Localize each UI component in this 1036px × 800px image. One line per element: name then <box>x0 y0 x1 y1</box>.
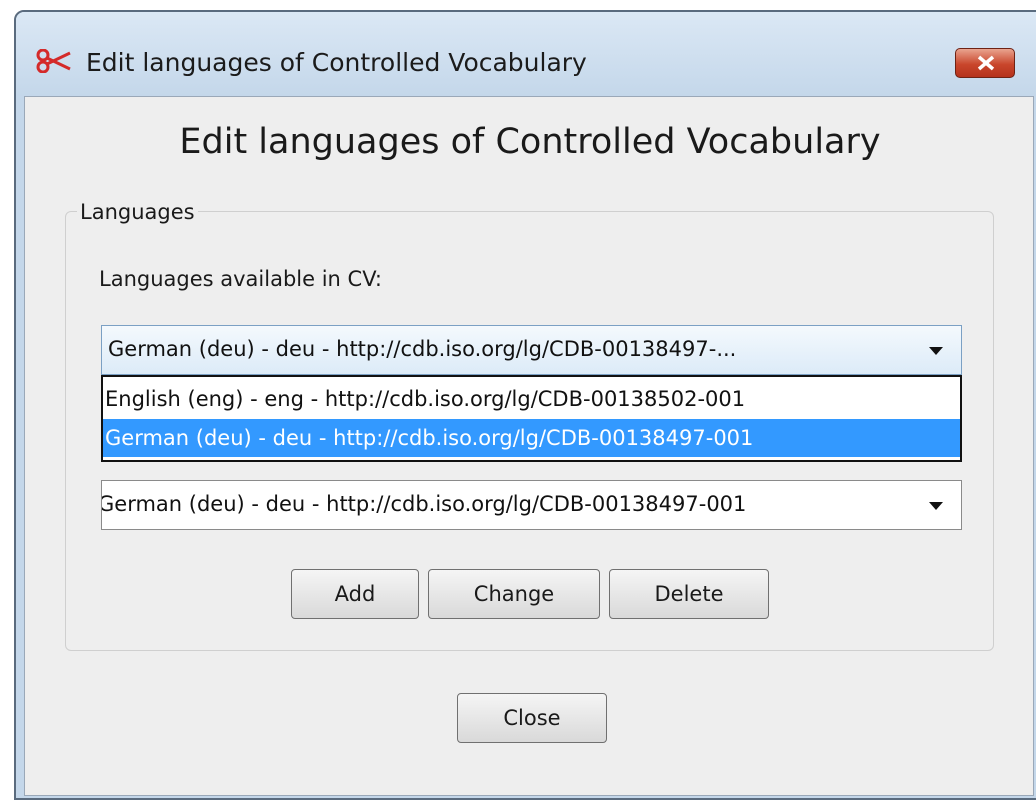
language-combo[interactable]: German (deu) - deu - http://cdb.iso.org/… <box>101 480 962 530</box>
cv-language-combo-value: German (deu) - deu - http://cdb.iso.org/… <box>108 337 737 361</box>
cv-language-dropdown-list: English (eng) - eng - http://cdb.iso.org… <box>101 375 962 462</box>
dropdown-option-german[interactable]: German (deu) - deu - http://cdb.iso.org/… <box>103 419 960 457</box>
scissors-app-icon <box>36 49 71 73</box>
title-bar[interactable]: Edit languages of Controlled Vocabulary <box>16 12 1036 96</box>
change-button[interactable]: Change <box>428 569 600 619</box>
cv-language-combo[interactable]: German (deu) - deu - http://cdb.iso.org/… <box>101 325 962 375</box>
languages-group-label: Languages <box>77 200 198 224</box>
chevron-down-icon[interactable] <box>929 347 943 355</box>
chevron-down-icon[interactable] <box>929 502 943 510</box>
language-combo-value: German (deu) - deu - http://cdb.iso.org/… <box>101 492 747 516</box>
window-close-button[interactable] <box>955 48 1015 78</box>
dialog-heading: Edit languages of Controlled Vocabulary <box>179 122 881 162</box>
close-button[interactable]: Close <box>457 693 607 743</box>
delete-button[interactable]: Delete <box>609 569 769 619</box>
dropdown-option-english[interactable]: English (eng) - eng - http://cdb.iso.org… <box>103 380 960 418</box>
languages-available-label: Languages available in CV: <box>99 267 382 291</box>
add-button[interactable]: Add <box>291 569 419 619</box>
dialog-content: Edit languages of Controlled Vocabulary … <box>24 96 1034 796</box>
close-icon <box>977 55 995 71</box>
window-title: Edit languages of Controlled Vocabulary <box>86 48 587 77</box>
dialog-window: Edit languages of Controlled Vocabulary … <box>14 10 1036 800</box>
